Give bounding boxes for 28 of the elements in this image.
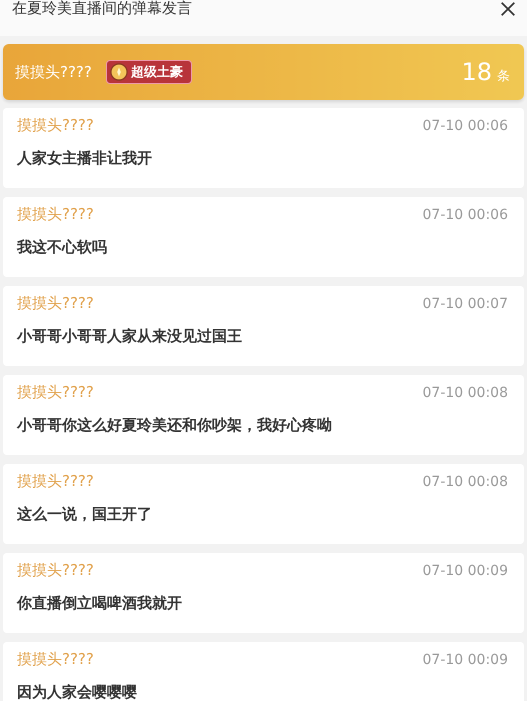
- message-time: 07-10 00:08: [422, 384, 508, 400]
- count-unit: 条: [497, 68, 510, 85]
- user-name: 摸摸头????: [17, 383, 94, 402]
- message-time: 07-10 00:06: [422, 206, 508, 222]
- coin-icon: [110, 63, 128, 81]
- user-name: 摸摸头????: [17, 116, 94, 135]
- message-time: 07-10 00:07: [422, 296, 508, 312]
- message-count: 18: [461, 58, 492, 86]
- message-text: 小哥哥你这么好夏玲美还和你吵架，我好心疼呦: [17, 416, 333, 435]
- badge-label: 超级土豪: [130, 64, 183, 81]
- message-time: 07-10 00:09: [422, 652, 508, 668]
- message-time: 07-10 00:09: [422, 562, 508, 578]
- message-text: 人家女主播非让我开: [17, 149, 153, 168]
- user-name: 摸摸头????: [15, 62, 92, 82]
- message-time: 07-10 00:06: [422, 118, 508, 134]
- user-name: 摸摸头????: [17, 472, 94, 491]
- message-text: 你直播倒立喝啤酒我就开: [17, 594, 183, 613]
- message-text: 我这不心软吗: [17, 238, 108, 257]
- user-name: 摸摸头????: [17, 205, 94, 224]
- dialog-title: 在夏玲美直播间的弹幕发言: [12, 0, 192, 16]
- message-text: 这么一说，国王开了: [17, 505, 153, 524]
- user-name: 摸摸头????: [17, 294, 94, 313]
- message-text: 小哥哥小哥哥人家从来没见过国王: [17, 327, 243, 346]
- close-icon[interactable]: [499, 0, 517, 18]
- user-name: 摸摸头????: [17, 561, 94, 580]
- message-text: 因为人家会嘤嘤嘤: [17, 683, 138, 701]
- message-time: 07-10 00:08: [422, 474, 508, 490]
- user-name: 摸摸头????: [17, 650, 94, 669]
